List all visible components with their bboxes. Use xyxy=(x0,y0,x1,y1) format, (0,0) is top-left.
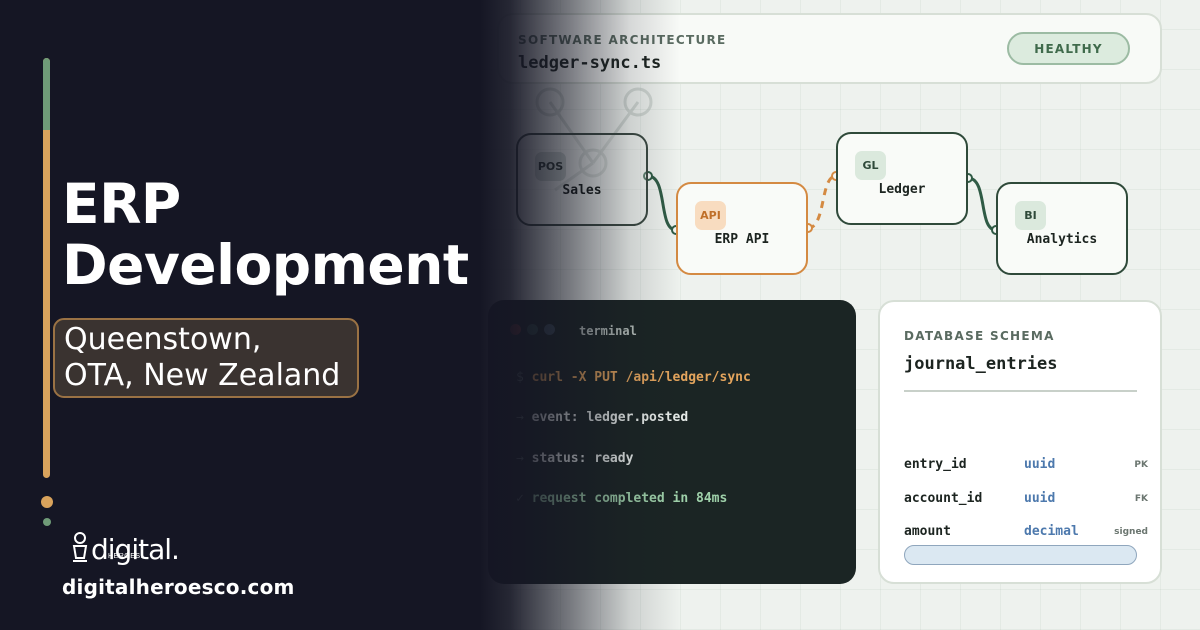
location-line: OTA, New Zealand xyxy=(64,358,341,393)
flow-node-analytics: BI Analytics xyxy=(996,182,1128,275)
terminal-output: event: ledger.posted xyxy=(531,410,689,425)
header-filename: ledger-sync.ts xyxy=(518,53,662,73)
schema-label: DATABASE SCHEMA xyxy=(904,329,1055,343)
accent-dot xyxy=(43,518,51,526)
field-type: uuid xyxy=(1024,491,1056,506)
arrow-icon: → xyxy=(516,451,532,466)
node-label: Sales xyxy=(562,183,602,198)
terminal-panel: terminal $ curl -X PUT /api/ledger/sync … xyxy=(488,300,856,584)
architecture-header-card: SOFTWARE ARCHITECTURE ledger-sync.ts HEA… xyxy=(497,13,1162,84)
field-type: uuid xyxy=(1024,457,1056,472)
prompt-icon: $ xyxy=(516,370,532,385)
database-schema-card: DATABASE SCHEMA journal_entries entry_id… xyxy=(878,300,1162,584)
terminal-line: ✓ request completed in 84ms xyxy=(516,491,727,506)
hero-title: ERP Development xyxy=(62,172,469,297)
terminal-output: status: ready xyxy=(531,451,634,466)
schema-highlight-bar xyxy=(904,545,1137,565)
terminal-line: → status: ready xyxy=(516,451,633,466)
node-label: Analytics xyxy=(1026,232,1098,247)
hero-figure-icon xyxy=(72,532,88,562)
logo-subtext: HEROES. xyxy=(108,553,144,560)
field-key: signed xyxy=(1114,527,1148,537)
close-dot-icon xyxy=(510,324,521,335)
terminal-line: $ curl -X PUT /api/ledger/sync xyxy=(516,370,751,385)
divider xyxy=(904,390,1137,392)
field-key: PK xyxy=(1134,460,1148,470)
maximize-dot-icon xyxy=(544,324,555,335)
hero-title-line: Development xyxy=(62,233,469,297)
location-badge: Queenstown, OTA, New Zealand xyxy=(53,318,359,398)
node-label: ERP API xyxy=(714,232,770,247)
arrow-icon: → xyxy=(516,410,532,425)
field-key: FK xyxy=(1134,494,1148,504)
node-tag: API xyxy=(695,201,726,230)
hero-title-line: ERP xyxy=(62,172,181,236)
accent-bar xyxy=(43,58,50,478)
node-label: Ledger xyxy=(878,182,926,197)
field-type: decimal xyxy=(1024,524,1079,539)
website-url: digitalheroesco.com xyxy=(62,575,295,599)
flow-node-ledger: GL Ledger xyxy=(836,132,968,225)
accent-dot xyxy=(41,496,53,508)
flow-node-sales: POS Sales xyxy=(516,133,648,226)
field-name: amount xyxy=(904,524,951,539)
schema-table-name: journal_entries xyxy=(904,354,1058,374)
node-tag: POS xyxy=(535,152,566,181)
window-controls xyxy=(510,324,555,335)
connector-ledger-analytics xyxy=(967,176,997,232)
flow-node-erp-api: API ERP API xyxy=(676,182,808,275)
terminal-command: curl -X PUT /api/ledger/sync xyxy=(531,370,751,385)
connector-sales-api xyxy=(647,174,677,232)
terminal-success: request completed in 84ms xyxy=(531,491,728,506)
header-label: SOFTWARE ARCHITECTURE xyxy=(518,33,727,47)
connector-api-ledger xyxy=(807,174,837,230)
node-tag: GL xyxy=(855,151,886,180)
status-badge: HEALTHY xyxy=(1007,32,1130,65)
node-tag: BI xyxy=(1015,201,1046,230)
terminal-title: terminal xyxy=(579,324,637,338)
terminal-line: → event: ledger.posted xyxy=(516,410,688,425)
check-icon: ✓ xyxy=(516,491,532,506)
location-line: Queenstown, xyxy=(64,322,262,357)
field-name: entry_id xyxy=(904,457,967,472)
minimize-dot-icon xyxy=(527,324,538,335)
field-name: account_id xyxy=(904,491,983,506)
